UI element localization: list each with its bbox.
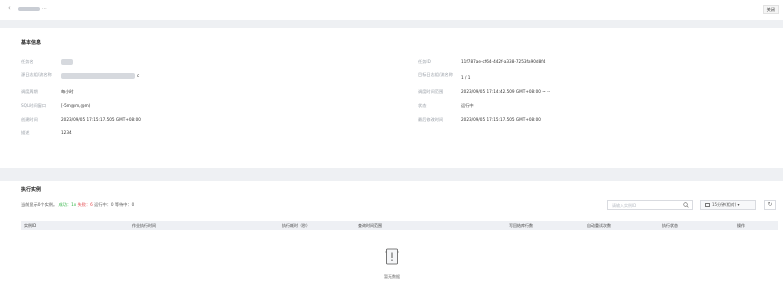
field-label-schedule-cycle: 调度周期 <box>21 89 38 94</box>
empty-data-icon <box>385 248 399 265</box>
col-query-range: 查询时间范围 <box>358 223 382 228</box>
field-label-last-modified: 最后修改时间 <box>418 117 444 122</box>
field-value-created-time: 2023/09/05 17:15:17.505 GMT+08:00 <box>61 117 141 122</box>
empty-data-text: 暂无数据 <box>384 274 400 279</box>
col-duration: 执行耗时（秒） <box>282 223 310 228</box>
field-label-target-log: 目标日志组/流名称 <box>418 72 453 77</box>
field-label-source-log: 源日志组/流名称 <box>21 72 52 77</box>
close-button[interactable]: 关闭 <box>762 5 779 14</box>
field-label-task-name: 任务名 <box>21 59 34 64</box>
execution-instances-card: 执行实例 当前显示0个实例。 成功：1x 失败：6 运行中：0 等待中：0 15… <box>0 181 783 284</box>
basic-info-card: 基本信息 任务名 源日志组/流名称 c 调度周期 每小时 SQL时间窗口 [-5… <box>0 28 783 168</box>
col-actions: 操作 <box>737 223 745 228</box>
col-rows-written: 写回结库行数 <box>509 223 533 228</box>
refresh-button[interactable]: ↻ <box>764 200 776 210</box>
instance-summary: 当前显示0个实例。 成功：1x 失败：6 运行中：0 等待中：0 <box>21 202 134 208</box>
field-value-source-log: c <box>137 73 140 78</box>
field-value-description: 1234 <box>61 130 72 135</box>
instance-search-input[interactable] <box>612 201 682 209</box>
field-label-task-id: 任务ID <box>418 59 431 64</box>
field-value-sql-window: [-5m@m,@m) <box>61 103 91 108</box>
basic-info-title: 基本信息 <box>21 40 42 46</box>
execution-instances-title: 执行实例 <box>21 187 42 193</box>
top-bar: ‹ ... 关闭 <box>0 0 783 20</box>
summary-prefix: 当前显示0个实例。 <box>21 202 58 207</box>
summary-waiting: 等待中：0 <box>114 202 135 207</box>
field-label-created-time: 创建时间 <box>21 117 38 122</box>
refresh-icon: ↻ <box>767 201 773 208</box>
task-name-redacted <box>18 7 40 11</box>
col-instance-id: 实例ID <box>24 223 37 228</box>
time-range-select[interactable]: 15分钟(相对) ▾ <box>700 200 756 210</box>
instance-search <box>607 200 693 210</box>
caret-down-icon: ▾ <box>736 202 740 207</box>
field-label-description: 描述 <box>21 130 30 135</box>
field-value-status: 运行中 <box>461 103 474 108</box>
breadcrumb-suffix: ... <box>42 5 47 11</box>
summary-failed: 失败：6 <box>77 202 93 207</box>
field-label-schedule-range: 调度时间范围 <box>418 89 444 94</box>
field-value-task-id: 11f787ae-cf64-442f-a338-7253fa90d8f4 <box>461 59 546 64</box>
summary-running: 运行中：0 <box>94 202 114 207</box>
col-retry-count: 自动重试次数 <box>587 223 611 228</box>
field-value-schedule-cycle: 每小时 <box>61 89 74 94</box>
time-range-value: 15分钟(相对) <box>712 202 737 207</box>
task-name-redacted <box>61 59 73 65</box>
search-icon[interactable] <box>683 202 689 208</box>
field-value-target-log: 1 / 1 <box>461 75 471 80</box>
instances-table-header: 实例ID 作业执行时间 执行耗时（秒） 查询时间范围 写回结库行数 自动重试次数… <box>21 221 778 230</box>
field-label-status: 状态 <box>418 103 427 108</box>
field-value-last-modified: 2023/09/05 17:15:17.505 GMT+08:00 <box>461 117 541 122</box>
calendar-icon <box>705 202 710 207</box>
chevron-left-icon[interactable]: ‹ <box>8 5 11 12</box>
summary-success: 成功：1x <box>58 202 77 207</box>
field-label-sql-window: SQL时间窗口 <box>21 103 47 108</box>
col-exec-status: 执行状态 <box>662 223 678 228</box>
field-value-schedule-range: 2023/09/05 17:14:42.509 GMT+08:00 ~ -- <box>461 89 551 94</box>
col-job-exec-time: 作业执行时间 <box>132 223 156 228</box>
source-log-redacted <box>61 73 135 79</box>
